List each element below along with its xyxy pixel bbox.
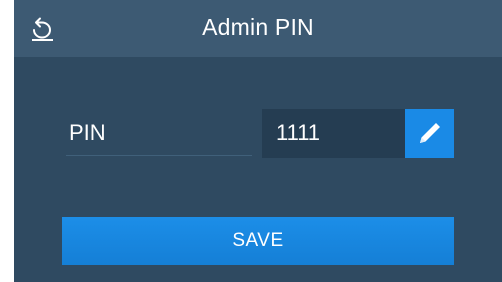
pencil-icon <box>405 109 454 158</box>
pin-value: 1111 <box>276 120 321 145</box>
screen: Admin PIN PIN 1111 SAVE <box>0 0 502 282</box>
admin-pin-panel: Admin PIN PIN 1111 SAVE <box>14 0 502 282</box>
edit-pin-button[interactable] <box>405 109 454 158</box>
header-bar: Admin PIN <box>14 0 502 57</box>
pin-label: PIN <box>66 110 252 156</box>
save-button[interactable]: SAVE <box>62 217 454 265</box>
pin-field[interactable]: 1111 <box>262 109 405 158</box>
page-title: Admin PIN <box>202 14 314 40</box>
